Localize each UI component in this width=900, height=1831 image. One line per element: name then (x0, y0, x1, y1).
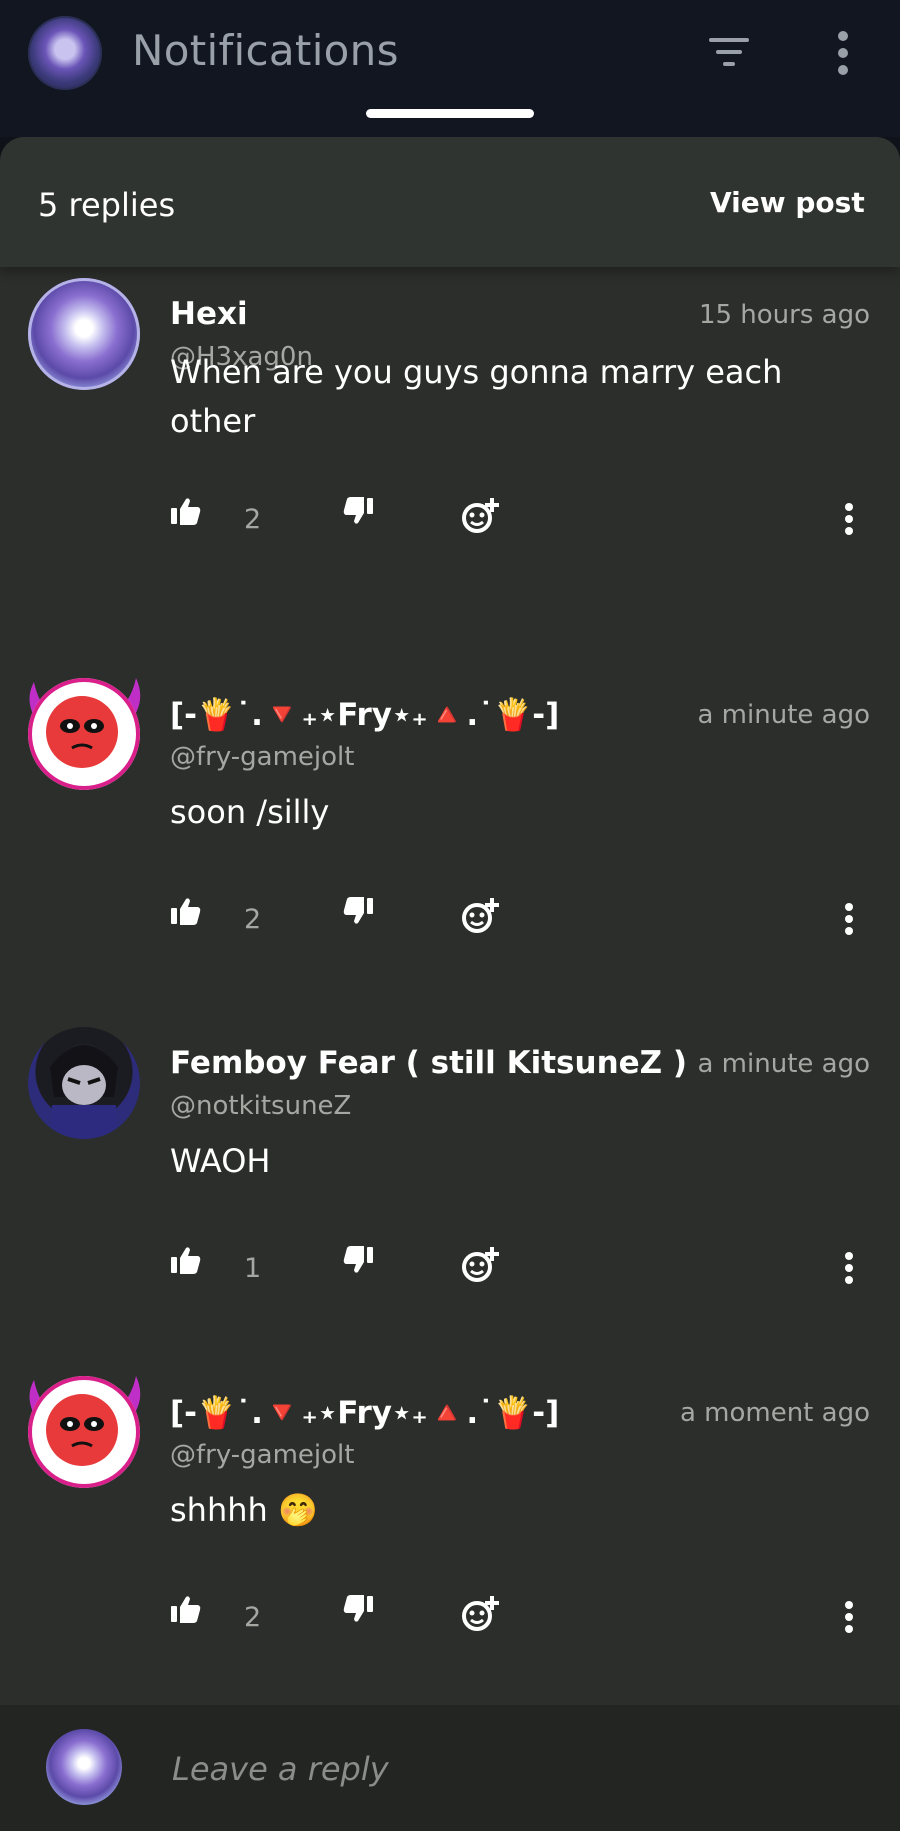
avatar[interactable] (20, 1366, 150, 1496)
comment-author-name[interactable]: Hexi (170, 296, 248, 332)
comment-text: soon /silly (170, 793, 330, 831)
comment-actions: 2 (0, 496, 900, 546)
avatar[interactable] (28, 278, 140, 390)
reply-input[interactable] (170, 1743, 854, 1795)
thumbs-up-icon[interactable] (170, 496, 202, 526)
sheet-drag-handle[interactable] (366, 109, 534, 118)
user-avatar[interactable] (28, 16, 102, 90)
comment-actions: 2 (0, 1594, 900, 1644)
page-title: Notifications (132, 26, 399, 75)
comment-timestamp: a minute ago (697, 700, 870, 730)
add-reaction-icon[interactable] (460, 896, 500, 936)
add-reaction-icon[interactable] (460, 1594, 500, 1634)
comment-text: When are you guys gonna marry each other (170, 353, 783, 440)
more-vertical-icon[interactable] (842, 502, 856, 536)
comment-text: WAOH (170, 1142, 271, 1180)
replies-count: 5 replies (38, 186, 176, 224)
thumbs-up-icon[interactable] (170, 1245, 202, 1275)
thumbs-down-icon[interactable] (342, 896, 374, 926)
more-vertical-icon[interactable] (842, 1600, 856, 1634)
replies-sheet: 5 replies View post Hexi @H3xag0n 15 hou… (0, 137, 900, 1831)
comment-timestamp: 15 hours ago (698, 300, 870, 330)
comment-timestamp: a minute ago (697, 1049, 870, 1079)
reply-bar (0, 1705, 900, 1831)
more-vertical-icon[interactable] (832, 30, 854, 76)
view-post-button[interactable]: View post (710, 186, 865, 219)
comment-author-name[interactable]: [-🍟˙.🔻₊⋆Fry⋆₊🔺.˙🍟-] (170, 696, 559, 733)
comment-author-name[interactable]: [-🍟˙.🔻₊⋆Fry⋆₊🔺.˙🍟-] (170, 1394, 559, 1431)
thumbs-down-icon[interactable] (342, 1245, 374, 1275)
thumbs-up-icon[interactable] (170, 896, 202, 926)
comment-author-handle[interactable]: @fry-gamejolt (170, 1440, 354, 1470)
comment-author-name[interactable]: Femboy Fear ( still KitsuneZ ) (170, 1045, 687, 1081)
like-count: 2 (244, 904, 262, 935)
like-count: 1 (244, 1253, 262, 1284)
like-count: 2 (244, 1602, 262, 1633)
comment-author-handle[interactable]: @notkitsuneZ (170, 1091, 351, 1121)
more-vertical-icon[interactable] (842, 1251, 856, 1285)
add-reaction-icon[interactable] (460, 1245, 500, 1285)
avatar[interactable] (28, 1027, 140, 1139)
sheet-header: 5 replies View post (0, 137, 900, 267)
comment-text: shhhh 🤭 (170, 1491, 318, 1529)
thumbs-down-icon[interactable] (342, 1594, 374, 1624)
avatar[interactable] (20, 668, 150, 798)
comment-timestamp: a moment ago (679, 1398, 870, 1428)
avatar (46, 1729, 122, 1805)
comment-actions: 1 (0, 1245, 900, 1295)
filter-icon[interactable] (705, 33, 753, 73)
comment-author-handle[interactable]: @fry-gamejolt (170, 742, 354, 772)
comment-actions: 2 (0, 896, 900, 946)
more-vertical-icon[interactable] (842, 902, 856, 936)
like-count: 2 (244, 504, 262, 535)
thumbs-up-icon[interactable] (170, 1594, 202, 1624)
add-reaction-icon[interactable] (460, 496, 500, 536)
thumbs-down-icon[interactable] (342, 496, 374, 526)
